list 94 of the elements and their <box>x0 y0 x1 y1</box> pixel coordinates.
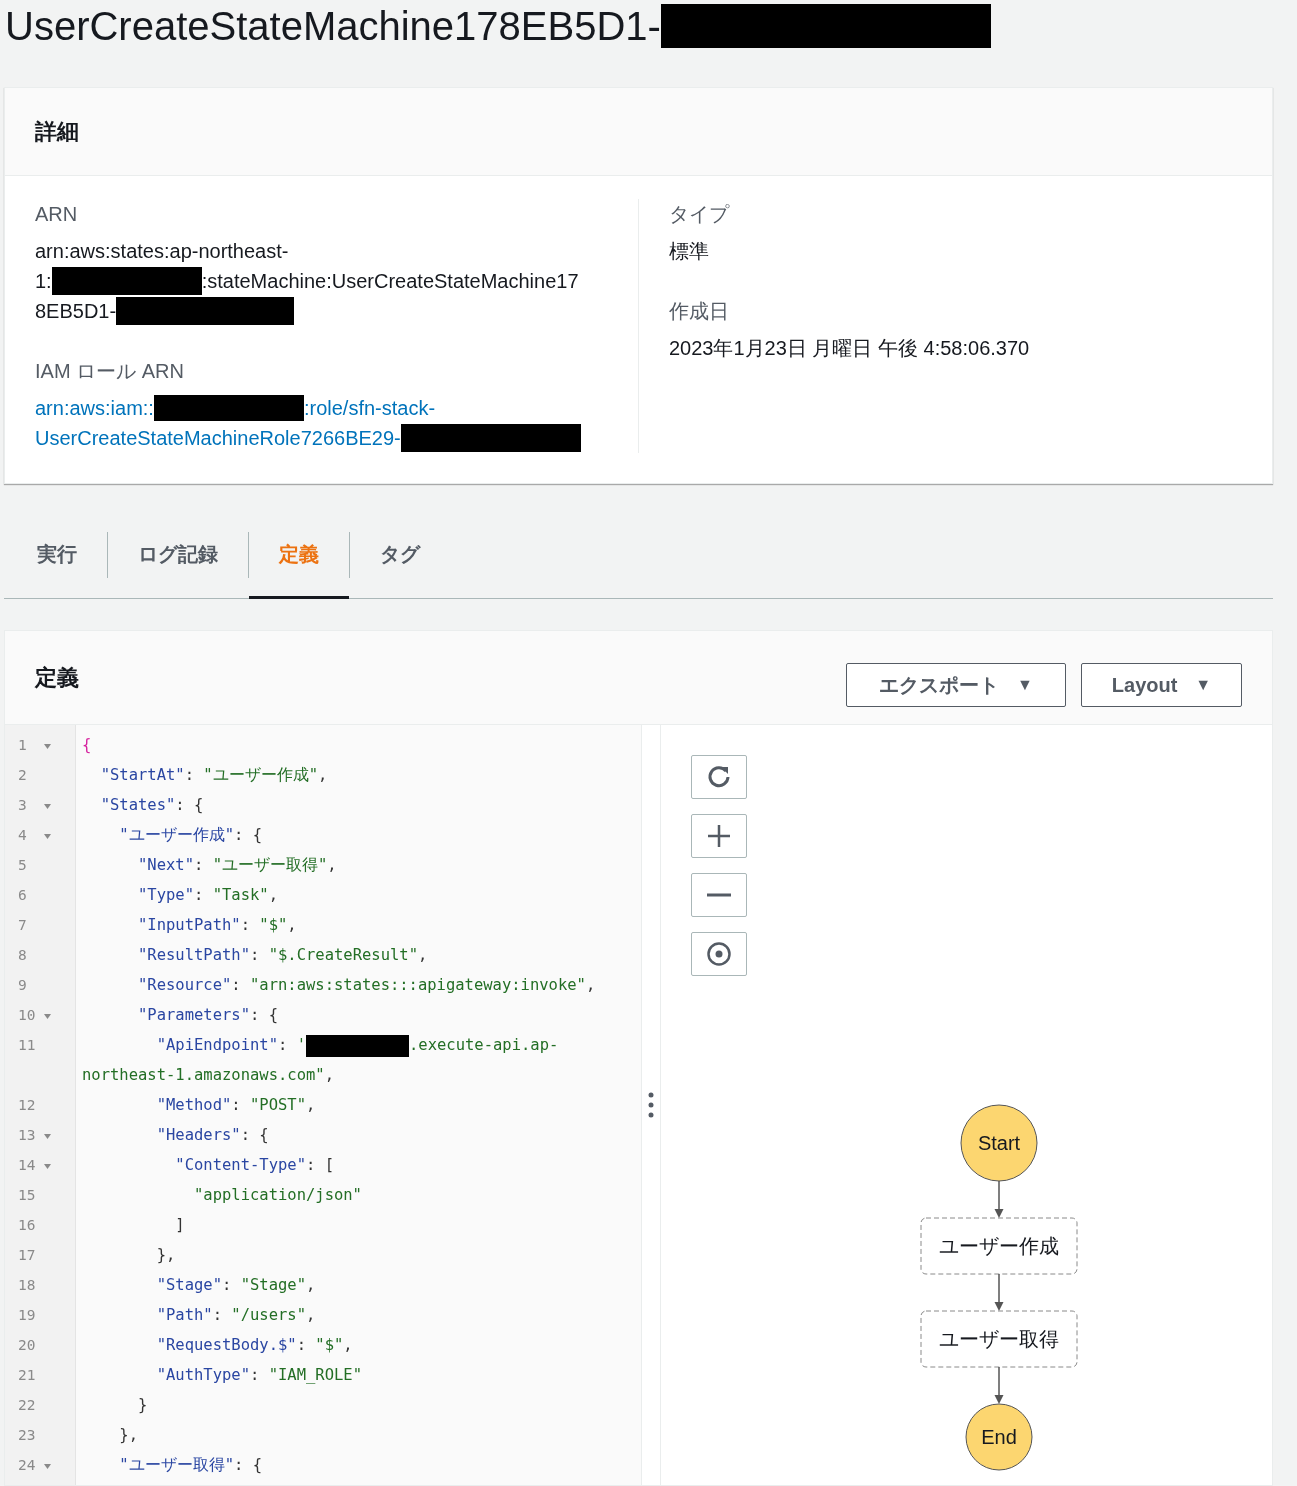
code-line: "RequestBody.$": "$", <box>155 1335 353 1357</box>
code-line: "StartAt": "ユーザー作成", <box>99 765 328 787</box>
field-value: arn:aws:states:ap-northeast- <box>35 239 289 264</box>
fold-icon[interactable] <box>44 743 51 749</box>
refresh-icon <box>706 764 732 790</box>
field-label: IAM ロール ARN <box>35 359 185 384</box>
role-arn-link[interactable]: :role/sfn-stack- <box>303 393 436 423</box>
code-line: northeast-1.amazonaws.com", <box>82 1065 334 1087</box>
code-line: "ApiEndpoint": ' <box>155 1035 306 1057</box>
code-line: "Stage": "Stage", <box>155 1275 316 1297</box>
role-arn-link[interactable]: arn:aws:iam:: <box>35 393 154 423</box>
layout-button[interactable]: Layout ▼ <box>1081 662 1242 707</box>
line-number: 4 <box>18 826 28 846</box>
role-arn-link[interactable]: UserCreateStateMachineRole7266BE29- <box>35 423 401 453</box>
line-number: 5 <box>18 856 28 876</box>
code-line: "Next": "ユーザー取得", <box>137 855 337 877</box>
minus-icon <box>707 893 731 897</box>
line-number: 16 <box>18 1216 37 1236</box>
code-line: "InputPath": "$", <box>137 915 297 937</box>
line-number: 19 <box>18 1306 37 1326</box>
line-number: 11 <box>18 1036 37 1056</box>
code-line: "States": { <box>99 795 204 817</box>
line-number: 14 <box>18 1156 37 1176</box>
line-number: 20 <box>18 1336 37 1356</box>
field-label: タイプ <box>669 202 731 227</box>
flow-arrow <box>994 1180 1004 1218</box>
end-node[interactable]: End <box>965 1403 1033 1471</box>
page-title: UserCreateStateMachine178EB5D1- <box>5 3 661 50</box>
line-number: 18 <box>18 1276 37 1296</box>
field-value: 標準 <box>669 239 709 264</box>
line-number: 24 <box>18 1456 37 1476</box>
line-number: 12 <box>18 1096 37 1116</box>
field-value: 2023年1月23日 月曜日 午後 4:58:06.370 <box>669 336 1030 361</box>
line-number: 2 <box>18 766 28 786</box>
refresh-button[interactable] <box>691 755 747 799</box>
panel-heading: 定義 <box>35 664 79 692</box>
fold-icon[interactable] <box>44 1133 51 1139</box>
export-button[interactable]: エクスポート ▼ <box>846 662 1066 707</box>
code-line: "ユーザー作成": { <box>118 825 262 847</box>
code-line: "AuthType": "IAM_ROLE" <box>155 1365 362 1387</box>
line-number: 8 <box>18 946 28 966</box>
tab[interactable]: タグ <box>350 530 450 599</box>
tab[interactable]: ログ記録 <box>108 530 248 599</box>
code-line: "ResultPath": "$.CreateResult", <box>137 945 428 967</box>
flow-arrow <box>994 1273 1004 1311</box>
zoom-in-button[interactable] <box>691 814 747 858</box>
start-node[interactable]: Start <box>960 1104 1038 1182</box>
code-line: "Parameters": { <box>137 1005 278 1027</box>
code-line: { <box>82 735 92 757</box>
field-value: 1: <box>35 269 52 294</box>
code-line: "Resource": "arn:aws:states:::apigateway:invoke", <box>137 975 596 997</box>
line-number: 13 <box>18 1126 37 1146</box>
line-number: 7 <box>18 916 28 936</box>
code-line: }, <box>155 1245 176 1267</box>
code-line: "Path": "/users", <box>155 1305 316 1327</box>
line-number: 10 <box>18 1006 37 1026</box>
code-line: "Content-Type": [ <box>174 1155 334 1177</box>
code-line: "ユーザー取得": { <box>118 1455 262 1477</box>
zoom-out-button[interactable] <box>691 873 747 917</box>
code-line: "application/json" <box>192 1185 362 1207</box>
center-button[interactable] <box>691 932 747 976</box>
fold-icon[interactable] <box>44 1013 51 1019</box>
line-number: 6 <box>18 886 28 906</box>
plus-icon <box>708 825 730 847</box>
code-line: } <box>137 1395 148 1417</box>
code-line: }, <box>118 1425 138 1447</box>
line-number: 1 <box>18 736 28 756</box>
code-line: ] <box>174 1215 185 1237</box>
flow-arrow <box>994 1366 1004 1404</box>
code-line: "Method": "POST", <box>155 1095 316 1117</box>
line-number: 15 <box>18 1186 37 1206</box>
fold-icon[interactable] <box>44 833 51 839</box>
target-icon <box>707 942 731 966</box>
code-line: "Type": "Task", <box>137 885 278 907</box>
line-number: 17 <box>18 1246 37 1266</box>
field-label: ARN <box>35 202 79 227</box>
fold-icon[interactable] <box>44 1163 51 1169</box>
panel-heading: 詳細 <box>35 118 79 146</box>
code-line: "Headers": { <box>155 1125 269 1147</box>
line-number: 21 <box>18 1366 37 1386</box>
line-number: 9 <box>18 976 28 996</box>
fold-icon[interactable] <box>44 803 51 809</box>
drag-handle-icon[interactable] <box>648 1092 654 1118</box>
line-number: 22 <box>18 1396 37 1416</box>
fold-icon[interactable] <box>44 1463 51 1469</box>
field-value: 8EB5D1- <box>35 299 117 324</box>
field-label: 作成日 <box>669 299 730 324</box>
tab[interactable]: 実行 <box>4 530 107 599</box>
line-number: 23 <box>18 1426 37 1446</box>
task-node[interactable]: ユーザー作成 <box>920 1217 1078 1275</box>
line-number: 3 <box>18 796 28 816</box>
task-node[interactable]: ユーザー取得 <box>920 1310 1078 1368</box>
code-line: .execute-api.ap- <box>409 1035 559 1057</box>
field-value: :stateMachine:UserCreateStateMachine17 <box>201 269 579 294</box>
